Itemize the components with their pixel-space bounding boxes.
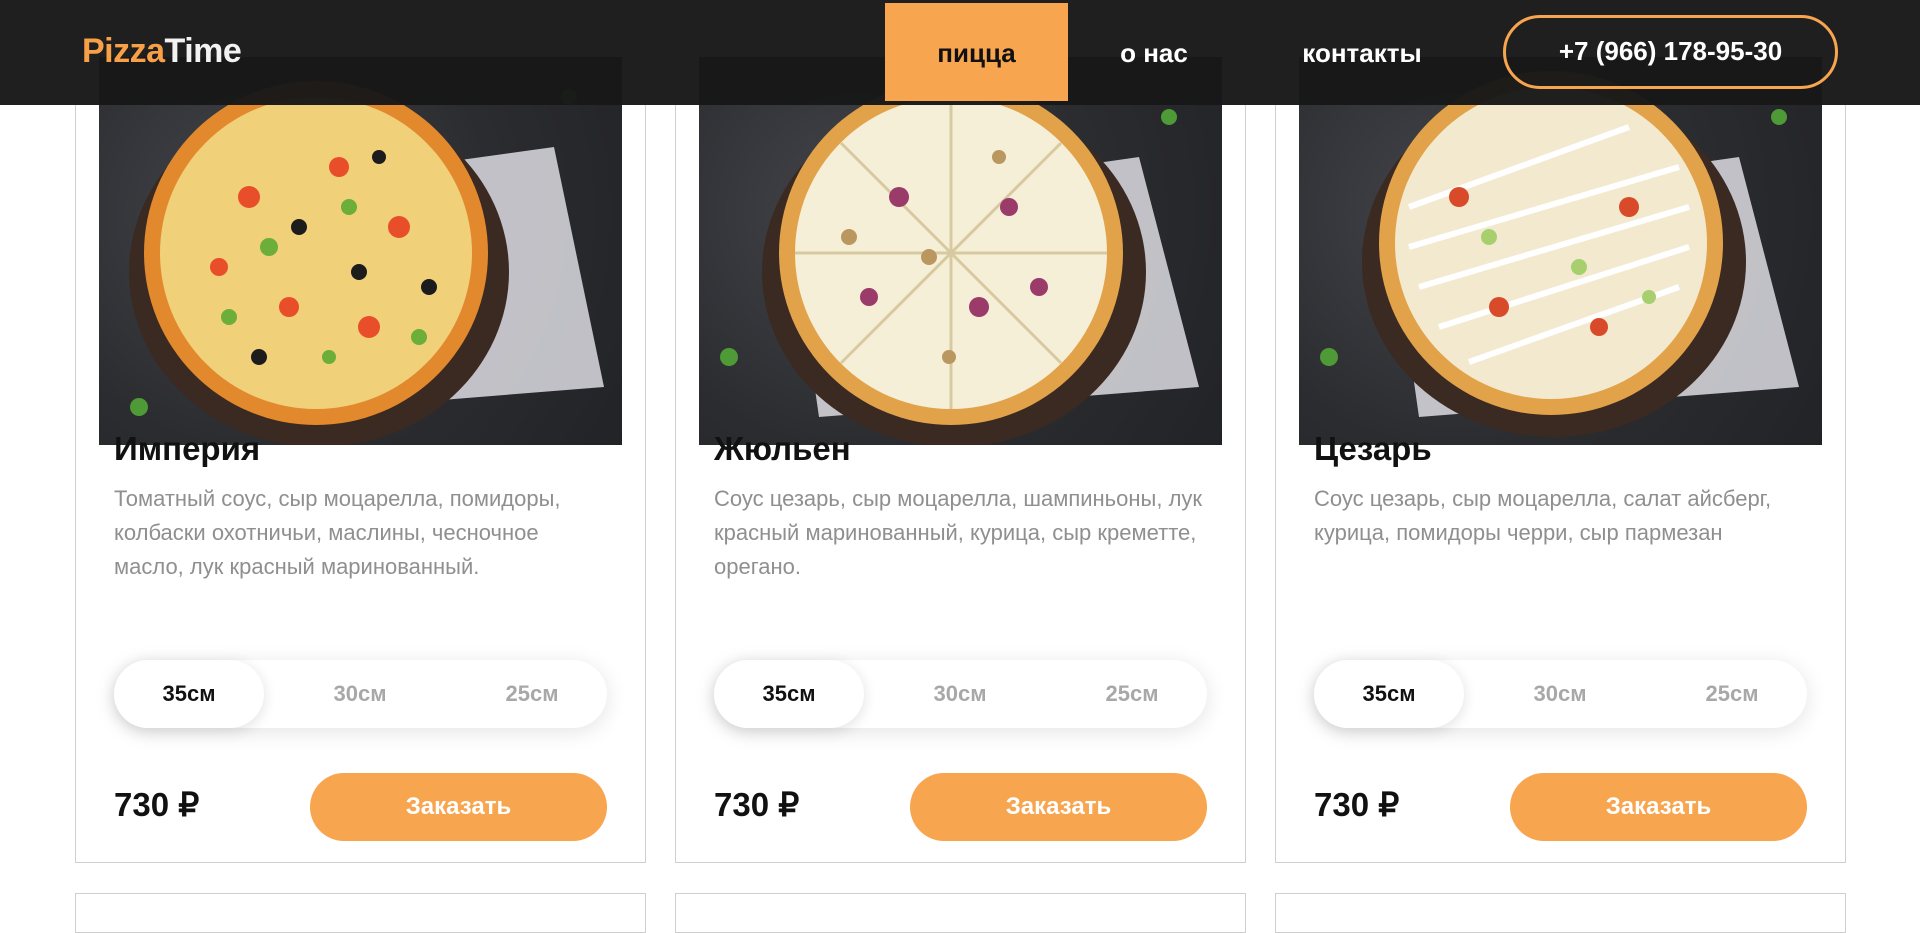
- pizza-price: 730 ₽: [114, 786, 200, 823]
- size-option-30[interactable]: 30см: [1485, 660, 1635, 728]
- pizza-card-partial: [1275, 893, 1846, 933]
- pizza-card-partial: [675, 893, 1246, 933]
- size-option-25[interactable]: 25см: [457, 660, 607, 728]
- pizza-image[interactable]: [699, 57, 1222, 445]
- size-option-35[interactable]: 35см: [114, 660, 264, 728]
- phone-button[interactable]: +7 (966) 178-95-30: [1503, 15, 1838, 89]
- pizza-title: Жюльен: [714, 430, 851, 467]
- pizza-card-julienne: Жюльен Соус цезарь, сыр моцарелла, шампи…: [675, 33, 1246, 863]
- pizza-card-partial: [75, 893, 646, 933]
- pizza-card-imperia: Империя Томатный соус, сыр моцарелла, по…: [75, 33, 646, 863]
- order-button[interactable]: Заказать: [1510, 773, 1807, 841]
- nav-about[interactable]: о нас: [1096, 3, 1212, 101]
- pizza-price: 730 ₽: [714, 786, 800, 823]
- logo-part-pizza: Pizza: [82, 32, 165, 70]
- pizza-title: Империя: [114, 430, 261, 467]
- size-option-30[interactable]: 30см: [285, 660, 435, 728]
- pizza-image[interactable]: [1299, 57, 1822, 445]
- nav-pizza[interactable]: пицца: [885, 3, 1068, 101]
- pizza-description: Томатный соус, сыр моцарелла, помидоры, …: [114, 486, 561, 579]
- size-selector: 35см 30см 25см: [714, 660, 1207, 728]
- size-selector: 35см 30см 25см: [114, 660, 607, 728]
- logo[interactable]: PizzaTime: [82, 32, 242, 71]
- size-option-30[interactable]: 30см: [885, 660, 1035, 728]
- size-option-35[interactable]: 35см: [714, 660, 864, 728]
- pizza-image[interactable]: [99, 57, 622, 445]
- logo-part-time: Time: [164, 32, 242, 70]
- size-option-35[interactable]: 35см: [1314, 660, 1464, 728]
- pizza-card-caesar: Цезарь Соус цезарь, сыр моцарелла, салат…: [1275, 33, 1846, 863]
- size-selector: 35см 30см 25см: [1314, 660, 1807, 728]
- pizza-description: Соус цезарь, сыр моцарелла, шампиньоны, …: [714, 486, 1203, 579]
- order-button[interactable]: Заказать: [910, 773, 1207, 841]
- size-option-25[interactable]: 25см: [1657, 660, 1807, 728]
- pizza-description: Соус цезарь, сыр моцарелла, салат айсбер…: [1314, 486, 1772, 545]
- size-option-25[interactable]: 25см: [1057, 660, 1207, 728]
- pizza-title: Цезарь: [1314, 430, 1432, 467]
- nav-contacts[interactable]: контакты: [1268, 3, 1456, 101]
- pizza-price: 730 ₽: [1314, 786, 1400, 823]
- order-button[interactable]: Заказать: [310, 773, 607, 841]
- site-header: PizzaTime пицца о нас контакты +7 (966) …: [0, 0, 1920, 105]
